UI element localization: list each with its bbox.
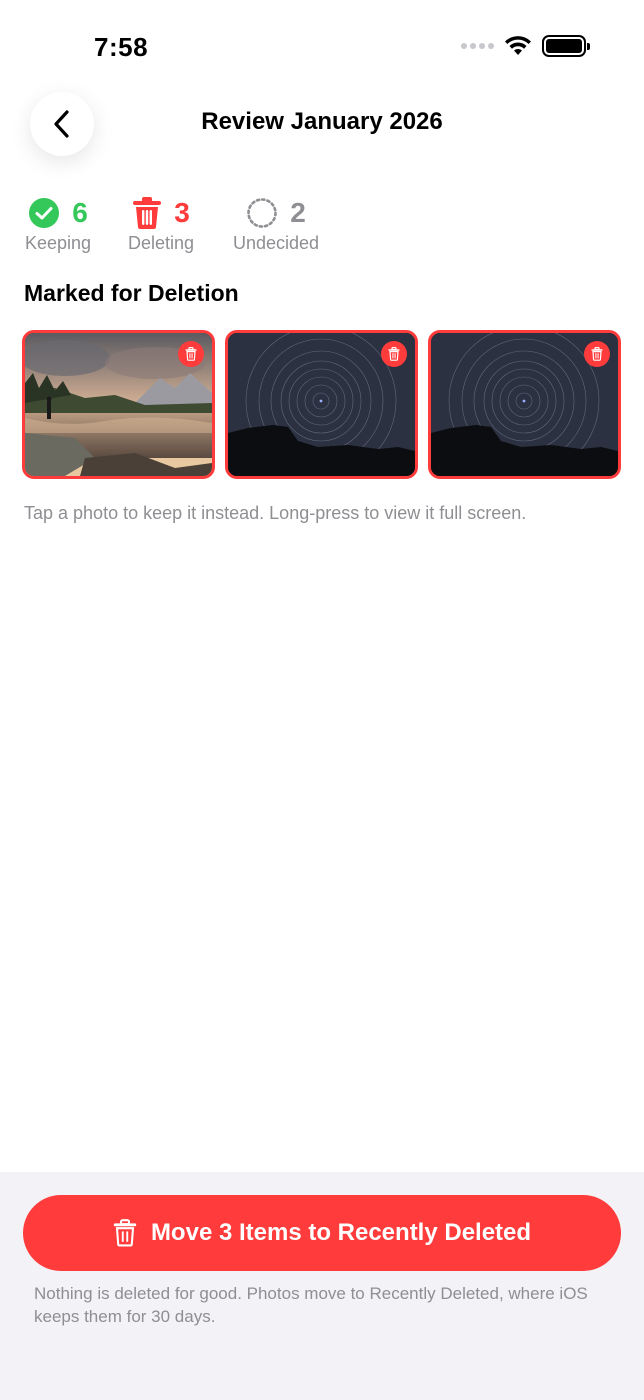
photo-thumbnail[interactable] <box>225 330 418 479</box>
keeping-count: 6 <box>72 197 88 228</box>
trash-icon <box>591 347 603 361</box>
status-time: 7:58 <box>94 32 149 62</box>
delete-button-label: Move 3 Items to Recently Deleted <box>150 1219 532 1246</box>
wifi-icon <box>505 36 531 55</box>
page-title: Review January 2026 <box>201 108 443 135</box>
section-title: Marked for Deletion <box>24 280 239 306</box>
stat-deleting: 3 Deleting <box>126 195 196 254</box>
undecided-label: Undecided <box>232 233 320 253</box>
delete-badge <box>178 341 204 367</box>
photo-thumbnail[interactable] <box>428 330 621 479</box>
delete-badge <box>381 341 407 367</box>
stat-keeping: 6 Keeping <box>24 195 92 254</box>
trash-icon <box>133 197 162 229</box>
checkmark-circle-icon <box>29 198 60 228</box>
trash-icon <box>113 1219 137 1247</box>
status-icons <box>461 35 590 57</box>
photo-thumbnail[interactable] <box>22 330 215 479</box>
bottom-panel: Move 3 Items to Recently Deleted Nothing… <box>0 1172 644 1400</box>
status-bar: 7:58 <box>0 0 644 90</box>
cellular-signal-icon <box>461 43 494 49</box>
review-stats: 6 Keeping 3 Deleting 2 Undecided <box>24 195 322 254</box>
footnote: Nothing is deleted for good. Photos move… <box>34 1284 588 1326</box>
stat-undecided: 2 Undecided <box>230 195 322 254</box>
undecided-count: 2 <box>290 197 306 228</box>
trash-icon <box>388 347 400 361</box>
photo-grid <box>22 330 621 479</box>
dotted-circle-icon <box>247 198 278 228</box>
delete-badge <box>584 341 610 367</box>
keeping-label: Keeping <box>24 233 92 253</box>
deleting-label: Deleting <box>127 233 195 253</box>
hint-text: Tap a photo to keep it instead. Long-pre… <box>24 503 527 523</box>
move-to-recently-deleted-button[interactable]: Move 3 Items to Recently Deleted <box>23 1195 621 1271</box>
deleting-count: 3 <box>174 197 190 228</box>
battery-icon <box>542 35 590 57</box>
review-screen: 7:58 Review January 2026 6 Keeping 3 Del… <box>0 0 644 1400</box>
trash-icon <box>185 347 197 361</box>
